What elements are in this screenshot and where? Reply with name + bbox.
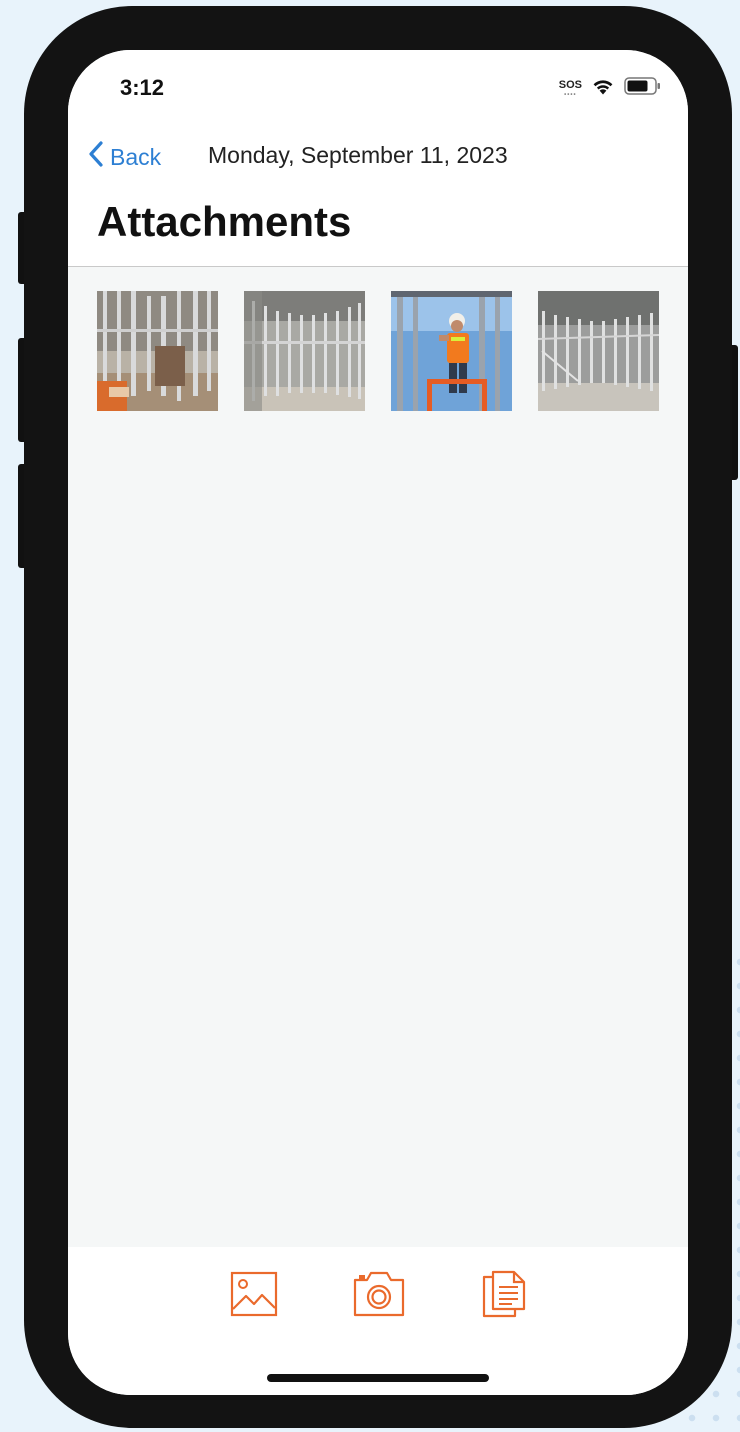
bottom-toolbar [68, 1247, 688, 1395]
attachment-photo-2[interactable] [244, 291, 365, 411]
attachment-photo-1[interactable] [97, 291, 218, 411]
sos-label: SOS [558, 78, 582, 91]
app-screen: 3:12 SOS •••• Back Monday, September 11,… [68, 50, 688, 1395]
sos-icon: SOS •••• [558, 78, 582, 98]
home-indicator[interactable] [267, 1374, 489, 1382]
status-time: 3:12 [120, 75, 165, 100]
back-button[interactable]: Back [88, 140, 161, 174]
nav-date: Monday, September 11, 2023 [208, 142, 508, 168]
battery-icon [624, 76, 662, 101]
document-icon [479, 1270, 529, 1323]
camera-button[interactable] [352, 1269, 405, 1319]
photo-library-button[interactable] [229, 1269, 279, 1319]
status-icons: SOS •••• [559, 76, 662, 101]
photo-library-icon [229, 1271, 279, 1323]
document-button[interactable] [479, 1269, 529, 1319]
status-bar: 3:12 SOS •••• [68, 50, 688, 130]
attachment-photo-3[interactable] [391, 291, 512, 411]
camera-icon [352, 1271, 406, 1323]
page-title: Attachments [97, 198, 352, 245]
chevron-left-icon [88, 140, 104, 174]
attachment-photo-4[interactable] [538, 291, 659, 411]
attachments-grid [97, 291, 659, 411]
navigation-bar: Back Monday, September 11, 2023 Attachme… [68, 130, 688, 267]
back-label: Back [110, 143, 162, 170]
wifi-icon [590, 76, 616, 101]
